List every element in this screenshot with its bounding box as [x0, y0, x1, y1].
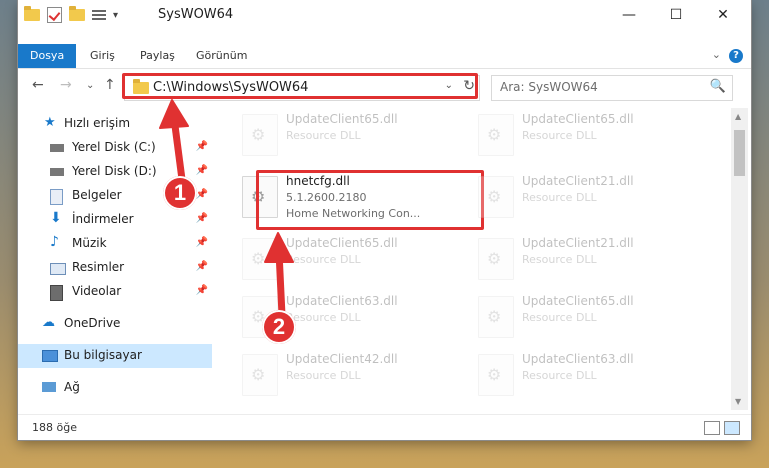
step-badge-1: 1	[163, 176, 197, 210]
arrow-1-head	[159, 99, 189, 129]
arrow-2-head	[264, 232, 294, 263]
annotation-arrows	[159, 99, 294, 316]
step-badge-2: 2	[262, 310, 296, 344]
